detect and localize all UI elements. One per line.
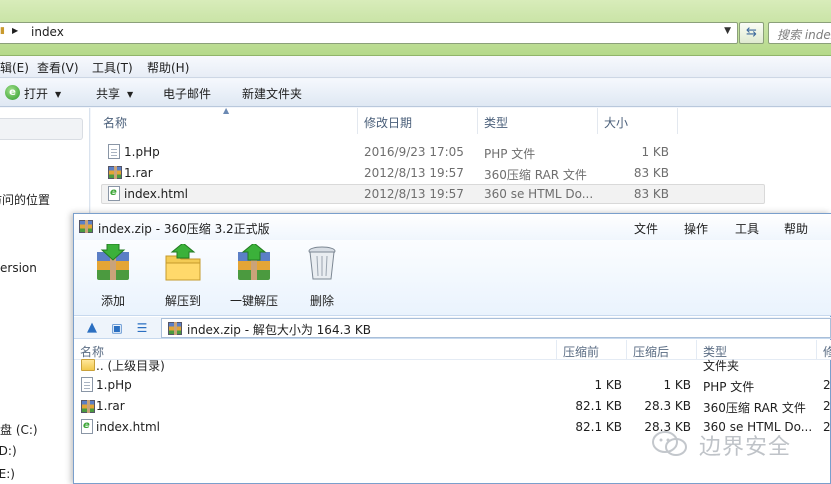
file-type: PHP 文件 bbox=[703, 380, 755, 394]
delete-label: 删除 bbox=[309, 294, 334, 308]
archive-path-bar: ▲ ▣ ☰ index.zip - 解包大小为 164.3 KB bbox=[74, 317, 831, 339]
file-type: 360压缩 RAR 文件 bbox=[703, 401, 806, 415]
file-date: 2012/8/13 19:57 bbox=[364, 187, 464, 201]
nav-item-drive-e[interactable]: (E:) bbox=[0, 467, 15, 481]
nav-item-version[interactable]: ersion bbox=[0, 261, 37, 275]
column-header-name[interactable]: 名称 bbox=[97, 108, 358, 134]
menu-help[interactable]: 帮助(H) bbox=[147, 59, 189, 76]
menu-tools[interactable]: 工具(T) bbox=[92, 59, 133, 76]
window-title: index.zip - 360压缩 3.2正式版 bbox=[98, 222, 270, 236]
file-type: PHP 文件 bbox=[484, 147, 536, 161]
nav-search-box[interactable] bbox=[0, 118, 83, 140]
extract-folder-icon bbox=[163, 242, 203, 282]
size-before: 1 KB bbox=[594, 378, 622, 392]
list-item[interactable]: 1.pHp 1 KB 1 KB PHP 文件 2 bbox=[74, 375, 831, 396]
address-bar-strip: ▮ ▶ index ▼ ⇆ 搜索 index bbox=[0, 0, 831, 56]
search-input[interactable]: 搜索 index bbox=[768, 22, 831, 44]
file-name: 1.pHp bbox=[124, 145, 160, 159]
file-name: 1.pHp bbox=[96, 378, 132, 392]
menu-bar: 编辑(E) 查看(V) 工具(T) 帮助(H) bbox=[0, 56, 831, 78]
rar-archive-icon bbox=[168, 322, 182, 335]
extract-to-label: 解压到 bbox=[164, 294, 201, 308]
column-header-size[interactable]: 大小 bbox=[598, 108, 678, 134]
command-bar: e 打开 ▼ 共享 ▼ 电子邮件 新建文件夹 bbox=[0, 79, 831, 107]
refresh-button[interactable]: ⇆ bbox=[739, 22, 764, 44]
column-header-type[interactable]: 类型 bbox=[478, 108, 598, 134]
file-type: 360 se HTML Do... bbox=[484, 187, 594, 201]
menu-operate[interactable]: 操作 bbox=[684, 220, 708, 237]
open-icon: e bbox=[5, 85, 20, 100]
file-name: .. (上级目录) bbox=[96, 359, 165, 373]
watermark-text: 边界安全 bbox=[699, 435, 792, 460]
one-click-extract-icon bbox=[234, 242, 274, 282]
archive-path-text: index.zip - 解包大小为 164.3 KB bbox=[187, 323, 371, 337]
file-name: 1.rar bbox=[96, 399, 125, 413]
delete-button[interactable]: 删除 bbox=[290, 244, 354, 312]
modified-date: 2 bbox=[823, 378, 831, 392]
email-button[interactable]: 电子邮件 bbox=[163, 85, 211, 102]
add-label: 添加 bbox=[100, 294, 125, 308]
share-button[interactable]: 共享 ▼ bbox=[96, 85, 133, 102]
menu-view[interactable]: 查看(V) bbox=[37, 59, 79, 76]
column-header-modified[interactable]: 修改日期 bbox=[358, 108, 478, 134]
file-date: 2016/9/23 17:05 bbox=[364, 145, 464, 159]
add-button[interactable]: 添加 bbox=[81, 243, 145, 312]
menu-help[interactable]: 帮助 bbox=[784, 220, 808, 237]
size-before: 82.1 KB bbox=[575, 420, 622, 434]
file-name: 1.rar bbox=[124, 166, 153, 180]
file-name: index.html bbox=[124, 187, 188, 201]
chevron-down-icon: ▼ bbox=[55, 90, 62, 99]
breadcrumb-index[interactable]: index bbox=[31, 25, 64, 39]
list-view-icon[interactable]: ☰ bbox=[133, 319, 151, 337]
list-item[interactable]: .. (上级目录) 文件夹 bbox=[74, 354, 831, 375]
open-button[interactable]: 打开 ▼ bbox=[24, 85, 61, 102]
wechat-logo-icon bbox=[651, 430, 689, 458]
up-arrow-icon[interactable]: ▲ bbox=[83, 319, 101, 337]
add-icon bbox=[93, 243, 133, 282]
trash-icon bbox=[302, 244, 342, 282]
extract-to-button[interactable]: 解压到 bbox=[151, 242, 215, 312]
list-item[interactable]: 1.rar 82.1 KB 28.3 KB 360压缩 RAR 文件 2 bbox=[74, 396, 831, 417]
list-item[interactable]: 1.pHp 2016/9/23 17:05 PHP 文件 1 KB bbox=[101, 142, 765, 162]
size-after: 28.3 KB bbox=[644, 399, 691, 413]
nav-item-drive-c[interactable]: 磁盘 (C:) bbox=[0, 421, 38, 438]
file-name: index.html bbox=[96, 420, 160, 434]
menu-edit[interactable]: 编辑(E) bbox=[0, 59, 29, 76]
size-before: 82.1 KB bbox=[575, 399, 622, 413]
one-click-extract-label: 一键解压 bbox=[229, 294, 278, 308]
modified-date: 2 bbox=[823, 420, 831, 434]
modified-date: 2 bbox=[823, 399, 831, 413]
file-type: 文件夹 bbox=[703, 359, 740, 373]
menu-file[interactable]: 文件 bbox=[634, 220, 658, 237]
file-size: 1 KB bbox=[641, 145, 669, 159]
file-type: 360压缩 RAR 文件 bbox=[484, 168, 587, 182]
list-item-selected[interactable]: index.html 2012/8/13 19:57 360 se HTML D… bbox=[101, 184, 765, 204]
large-icons-view-icon[interactable]: ▣ bbox=[108, 319, 126, 337]
watermark: 边界安全 bbox=[651, 428, 811, 460]
folder-icon: ▮ bbox=[0, 26, 5, 36]
menu-tools[interactable]: 工具 bbox=[735, 220, 759, 237]
file-list: ▲ 名称 修改日期 类型 大小 1.pHp 2016/9/23 17:05 PH… bbox=[91, 106, 831, 218]
one-click-extract-button[interactable]: 一键解压 bbox=[222, 242, 286, 312]
chevron-down-icon: ▼ bbox=[127, 90, 134, 99]
nav-item-recent-places[interactable]: 访问的位置 bbox=[0, 191, 50, 208]
list-item[interactable]: 1.rar 2012/8/13 19:57 360压缩 RAR 文件 83 KB bbox=[101, 163, 765, 183]
nav-item-drive-d[interactable]: (D:) bbox=[0, 444, 17, 458]
size-after: 1 KB bbox=[663, 378, 691, 392]
archive-app-icon bbox=[79, 220, 93, 234]
archive-toolbar: 添加 解压到 一键解压 删除 bbox=[74, 240, 831, 316]
address-bar[interactable]: ▮ ▶ index ▼ bbox=[0, 22, 738, 44]
file-date: 2012/8/13 19:57 bbox=[364, 166, 464, 180]
title-bar[interactable]: index.zip - 360压缩 3.2正式版 文件 操作 工具 帮助 bbox=[74, 214, 831, 240]
breadcrumb-chevron-icon[interactable]: ▶ bbox=[12, 26, 18, 35]
file-size: 83 KB bbox=[633, 187, 669, 201]
new-folder-button[interactable]: 新建文件夹 bbox=[242, 85, 302, 102]
chevron-down-icon[interactable]: ▼ bbox=[724, 26, 731, 36]
archive-path-field[interactable]: index.zip - 解包大小为 164.3 KB bbox=[161, 318, 831, 338]
file-size: 83 KB bbox=[633, 166, 669, 180]
